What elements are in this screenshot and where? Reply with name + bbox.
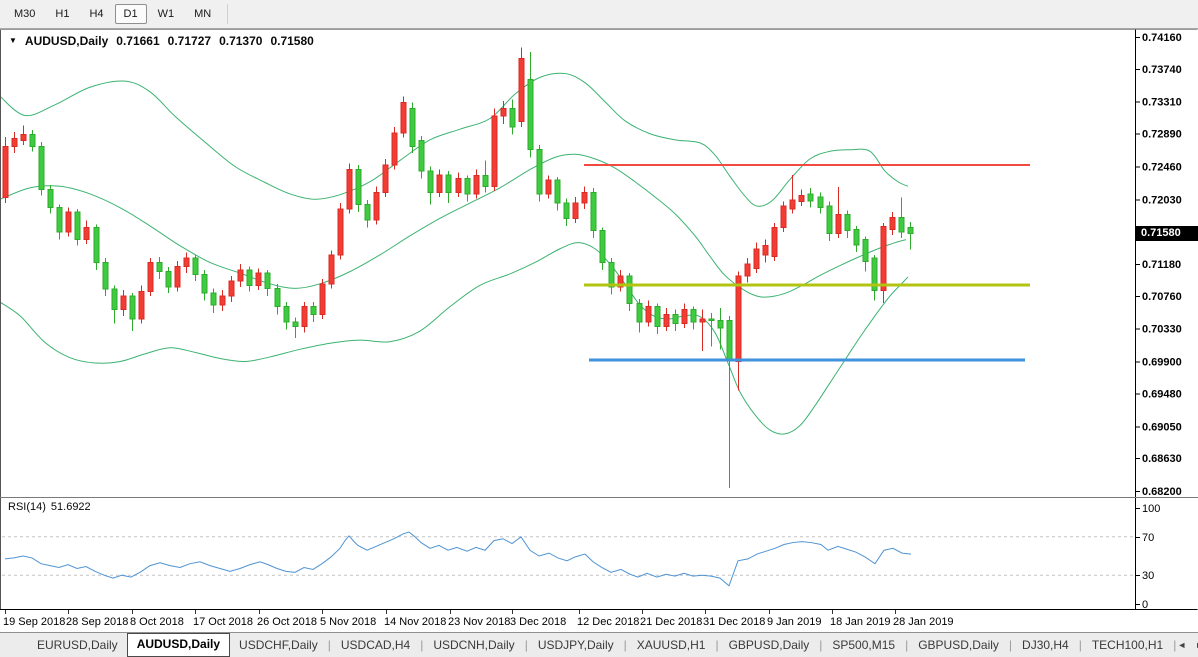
ohlc-high: 0.71727 bbox=[168, 34, 211, 48]
svg-text:0.72030: 0.72030 bbox=[1142, 194, 1182, 206]
chart-tabs-bar: EURUSD,DailyAUDUSD,DailyUSDCHF,Daily|USD… bbox=[0, 632, 1198, 657]
chart-title-line: ▼ AUDUSD,Daily 0.71661 0.71727 0.71370 0… bbox=[9, 34, 314, 48]
svg-text:0.74160: 0.74160 bbox=[1142, 32, 1182, 44]
svg-text:31 Dec 2018: 31 Dec 2018 bbox=[703, 616, 765, 628]
svg-text:0.69900: 0.69900 bbox=[1142, 357, 1182, 369]
chart-tab-usdjpy-daily[interactable]: USDJPY,Daily bbox=[529, 633, 623, 657]
svg-text:0.72460: 0.72460 bbox=[1142, 161, 1182, 173]
candlesticks-layer bbox=[3, 48, 913, 488]
svg-text:0.73310: 0.73310 bbox=[1142, 97, 1182, 109]
svg-text:26 Oct 2018: 26 Oct 2018 bbox=[257, 616, 317, 628]
svg-text:19 Sep 2018: 19 Sep 2018 bbox=[3, 616, 65, 628]
chart-tab-usdcad-h4[interactable]: USDCAD,H4 bbox=[332, 633, 419, 657]
svg-text:3 Dec 2018: 3 Dec 2018 bbox=[510, 616, 566, 628]
ohlc-close: 0.71580 bbox=[270, 34, 313, 48]
svg-text:17 Oct 2018: 17 Oct 2018 bbox=[193, 616, 253, 628]
rsi-indicator-label: RSI(14) 51.6922 bbox=[8, 501, 91, 513]
svg-text:28 Sep 2018: 28 Sep 2018 bbox=[66, 616, 128, 628]
svg-text:0.69480: 0.69480 bbox=[1142, 388, 1182, 400]
ohlc-low: 0.71370 bbox=[219, 34, 262, 48]
timeframe-button-d1[interactable]: D1 bbox=[115, 4, 147, 24]
bollinger-lower-line bbox=[0, 243, 908, 434]
svg-text:23 Nov 2018: 23 Nov 2018 bbox=[448, 616, 510, 628]
svg-text:5 Nov 2018: 5 Nov 2018 bbox=[320, 616, 376, 628]
rsi-value: 51.6922 bbox=[51, 501, 91, 513]
svg-text:12 Dec 2018: 12 Dec 2018 bbox=[577, 616, 639, 628]
svg-text:21 Dec 2018: 21 Dec 2018 bbox=[640, 616, 702, 628]
chart-tab-dj30-h4[interactable]: DJ30,H4 bbox=[1013, 633, 1078, 657]
svg-text:0.72890: 0.72890 bbox=[1142, 129, 1182, 141]
svg-text:8 Oct 2018: 8 Oct 2018 bbox=[130, 616, 184, 628]
svg-text:0.70760: 0.70760 bbox=[1142, 291, 1182, 303]
rsi-line bbox=[5, 532, 911, 586]
symbol-dropdown-icon[interactable]: ▼ bbox=[9, 34, 17, 48]
svg-text:70: 70 bbox=[1142, 532, 1154, 544]
svg-text:30: 30 bbox=[1142, 570, 1154, 582]
tab-scroll-arrows: ◄► bbox=[1177, 640, 1198, 650]
chart-tab-gbpusd-daily[interactable]: GBPUSD,Daily bbox=[909, 633, 1008, 657]
svg-text:18 Jan 2019: 18 Jan 2019 bbox=[830, 616, 891, 628]
scroll-left-icon[interactable]: ◄ bbox=[1177, 640, 1186, 650]
chart-frame bbox=[0, 30, 1198, 610]
svg-text:0: 0 bbox=[1142, 599, 1148, 611]
chart-tab-gbpusd-daily[interactable]: GBPUSD,Daily bbox=[720, 633, 819, 657]
svg-text:0.68630: 0.68630 bbox=[1142, 453, 1182, 465]
timeframe-button-mn[interactable]: MN bbox=[185, 4, 220, 24]
toolbar-separator bbox=[227, 4, 228, 24]
rsi-layer bbox=[5, 532, 911, 586]
price-axis: 0.74160 0.73740 0.73310 0.72890 0.72460 0.720… bbox=[1136, 32, 1182, 498]
rsi-level-lines bbox=[2, 537, 1135, 575]
bollinger-upper-line bbox=[0, 73, 908, 206]
chart-tab-usdcnh-daily[interactable]: USDCNH,Daily bbox=[424, 633, 523, 657]
timeframe-button-h1[interactable]: H1 bbox=[46, 4, 78, 24]
chart-tab-eurusd-daily[interactable]: EURUSD,Daily bbox=[28, 633, 127, 657]
svg-text:100: 100 bbox=[1142, 503, 1160, 515]
chart-tab-audusd-daily[interactable]: AUDUSD,Daily bbox=[127, 633, 230, 657]
chart-tab-sp500-m15[interactable]: SP500,M15 bbox=[823, 633, 904, 657]
svg-text:0.73740: 0.73740 bbox=[1142, 64, 1182, 76]
rsi-axis: 100 70 30 0 bbox=[1136, 503, 1160, 611]
chart-tab-usdchf-daily[interactable]: USDCHF,Daily bbox=[230, 633, 327, 657]
svg-text:14 Nov 2018: 14 Nov 2018 bbox=[384, 616, 446, 628]
svg-text:0.68200: 0.68200 bbox=[1142, 486, 1182, 498]
timeframe-toolbar: M30H1H4D1W1MN bbox=[0, 0, 1198, 29]
chart-tab-xauusd-h1[interactable]: XAUUSD,H1 bbox=[628, 633, 715, 657]
timeframe-button-h4[interactable]: H4 bbox=[80, 4, 112, 24]
ohlc-open: 0.71661 bbox=[116, 34, 159, 48]
chart-tab-tech100-h1[interactable]: TECH100,H1 bbox=[1083, 633, 1172, 657]
timeframe-button-w1[interactable]: W1 bbox=[149, 4, 184, 24]
svg-text:0.71180: 0.71180 bbox=[1142, 259, 1181, 271]
rsi-name: RSI(14) bbox=[8, 501, 46, 513]
svg-text:0.70330: 0.70330 bbox=[1142, 324, 1182, 336]
price-chart-svg[interactable]: 0.74160 0.73740 0.73310 0.72890 0.72460 0.720… bbox=[0, 0, 1198, 632]
date-axis: 19 Sep 201828 Sep 20188 Oct 2018 17 Oct 2… bbox=[3, 610, 954, 628]
svg-text:9 Jan 2019: 9 Jan 2019 bbox=[767, 616, 821, 628]
chart-symbol-title: AUDUSD,Daily bbox=[25, 34, 108, 48]
bollinger-middle-line bbox=[0, 154, 906, 297]
terminal-window: M30H1H4D1W1MN 0.74160 0.73740 0.73310 0.728… bbox=[0, 0, 1198, 657]
svg-text:28 Jan 2019: 28 Jan 2019 bbox=[893, 616, 954, 628]
svg-text:0.69050: 0.69050 bbox=[1142, 421, 1182, 433]
current-price-badge: 0.71580 bbox=[1136, 226, 1198, 241]
timeframe-button-m30[interactable]: M30 bbox=[5, 4, 44, 24]
